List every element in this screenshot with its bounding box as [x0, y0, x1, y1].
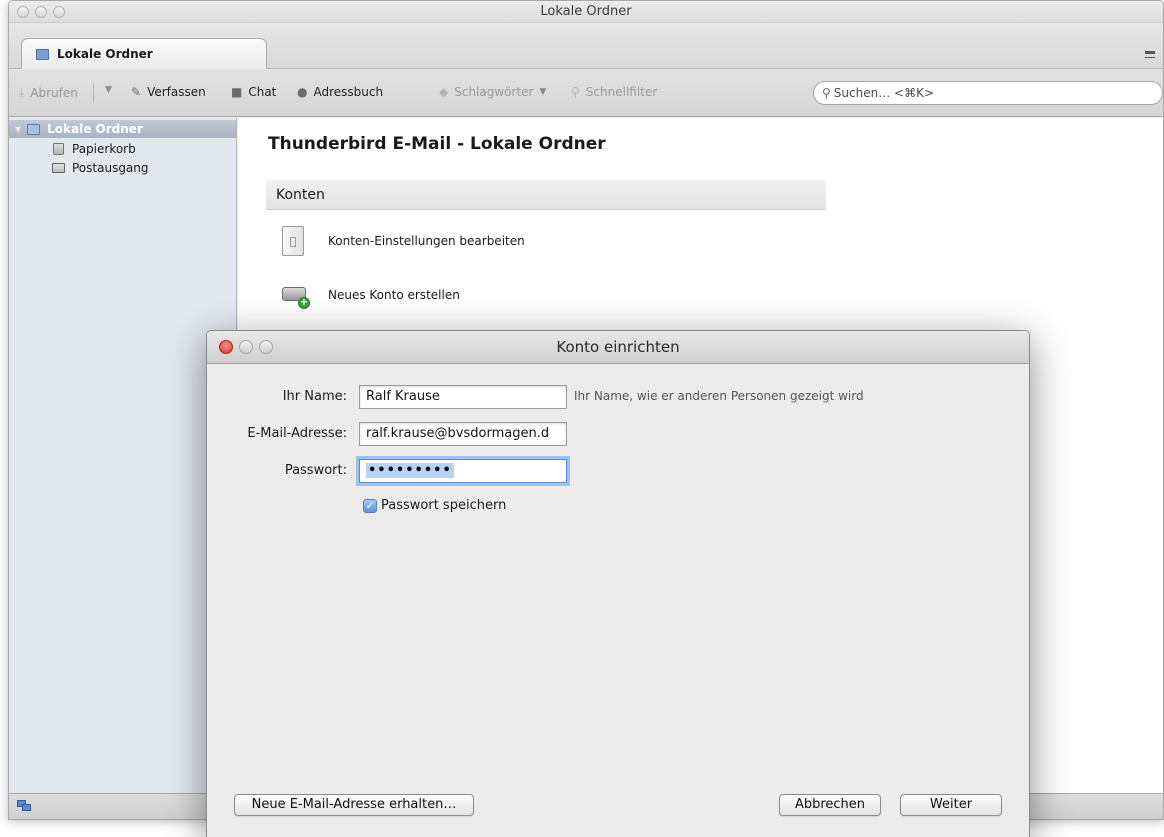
window-titlebar: Lokale Ordner — [9, 1, 1163, 23]
account-setup-dialog: Konto einrichten Ihr Name: Ralf Krause I… — [206, 330, 1030, 837]
email-input[interactable]: ralf.krause@bvsdormagen.d — [359, 422, 567, 446]
dialog-titlebar: Konto einrichten — [207, 331, 1029, 364]
name-label: Ihr Name: — [282, 389, 347, 404]
pencil-icon: ✎ — [131, 85, 142, 99]
outbox-icon — [52, 163, 65, 173]
chat-button[interactable]: ■ Chat — [231, 85, 276, 99]
quick-filter-label: Schnellfilter — [585, 85, 658, 99]
dialog-title: Konto einrichten — [556, 338, 680, 356]
settings-icon — [282, 226, 304, 256]
chat-label: Chat — [248, 85, 277, 99]
password-input[interactable]: ••••••••• — [359, 459, 567, 483]
toolbar-separator — [93, 83, 94, 103]
download-icon: ⤓ — [19, 85, 25, 99]
cancel-button[interactable]: Abbrechen — [779, 794, 881, 816]
folder-icon — [36, 48, 49, 60]
person-icon: ● — [297, 85, 308, 99]
sidebar-item-label: Papierkorb — [72, 142, 136, 156]
tag-icon: ◆ — [439, 85, 449, 99]
magnifier-icon: ⚲ — [571, 85, 580, 99]
chevron-down-icon: ▼ — [539, 87, 547, 97]
tags-label: Schlagwörter — [454, 85, 534, 99]
new-account-icon: + — [282, 285, 310, 309]
password-value: ••••••••• — [366, 463, 454, 478]
toolbar: ⤓ Abrufen ▼ ✎ Verfassen ■ Chat ● Adressb… — [9, 69, 1163, 117]
remember-password-checkbox[interactable]: ✓ Passwort speichern — [363, 498, 506, 513]
tab-label: Lokale Ordner — [57, 47, 153, 61]
window-title: Lokale Ordner — [540, 4, 632, 19]
trash-icon — [53, 143, 64, 155]
edit-settings-label: Konten-Einstellungen bearbeiten — [328, 234, 525, 248]
page-title: Thunderbird E-Mail - Lokale Ordner — [268, 134, 606, 154]
name-hint: Ihr Name, wie er anderen Personen gezeig… — [574, 389, 864, 403]
write-button[interactable]: ✎ Verfassen — [131, 85, 206, 99]
checkmark-icon: ✓ — [363, 498, 377, 513]
address-book-button[interactable]: ● Adressbuch — [297, 85, 383, 99]
tab-lokale-ordner[interactable]: Lokale Ordner — [21, 38, 267, 69]
disclosure-triangle-icon[interactable]: ▼ — [15, 125, 21, 134]
get-mail-button[interactable]: ⤓ Abrufen — [19, 85, 78, 100]
folder-pane: ▼ Lokale Ordner Papierkorb Postausgang — [9, 118, 237, 793]
password-label: Passwort: — [284, 463, 347, 478]
write-label: Verfassen — [147, 85, 206, 99]
chat-icon: ■ — [231, 85, 243, 99]
edit-account-settings-link[interactable]: Konten-Einstellungen bearbeiten — [282, 226, 525, 256]
section-header-konten: Konten — [266, 180, 826, 210]
sidebar-item-papierkorb[interactable]: Papierkorb — [9, 140, 236, 158]
tab-list-icon[interactable] — [1145, 51, 1155, 58]
search-icon: ⚲ — [822, 86, 831, 100]
next-button[interactable]: Weiter — [900, 794, 1002, 816]
sidebar-item-label: Postausgang — [72, 161, 149, 175]
quick-filter-button[interactable]: ⚲ Schnellfilter — [571, 85, 657, 99]
sidebar-item-label: Lokale Ordner — [47, 122, 143, 136]
new-account-label: Neues Konto erstellen — [328, 288, 460, 302]
chevron-down-icon: ▼ — [105, 85, 112, 95]
address-book-label: Adressbuch — [313, 85, 384, 99]
online-status-icon[interactable] — [17, 800, 32, 812]
local-folders-icon — [27, 123, 41, 135]
get-new-email-button[interactable]: Neue E-Mail-Adresse erhalten… — [234, 794, 474, 816]
remember-password-label: Passwort speichern — [381, 498, 507, 513]
tags-button[interactable]: ◆ Schlagwörter ▼ — [439, 85, 546, 99]
name-input[interactable]: Ralf Krause — [359, 385, 567, 409]
sidebar-item-lokale-ordner[interactable]: ▼ Lokale Ordner — [9, 120, 236, 138]
search-input[interactable]: ⚲ Suchen… <⌘K> — [813, 81, 1163, 105]
get-mail-label: Abrufen — [30, 85, 78, 100]
email-label: E-Mail-Adresse: — [247, 426, 347, 441]
search-placeholder: Suchen… <⌘K> — [833, 86, 935, 100]
tab-bar: Lokale Ordner — [9, 23, 1163, 69]
get-mail-dropdown[interactable]: ▼ — [99, 85, 112, 95]
create-new-account-link[interactable]: + Neues Konto erstellen — [282, 285, 460, 309]
sidebar-item-postausgang[interactable]: Postausgang — [9, 159, 236, 177]
